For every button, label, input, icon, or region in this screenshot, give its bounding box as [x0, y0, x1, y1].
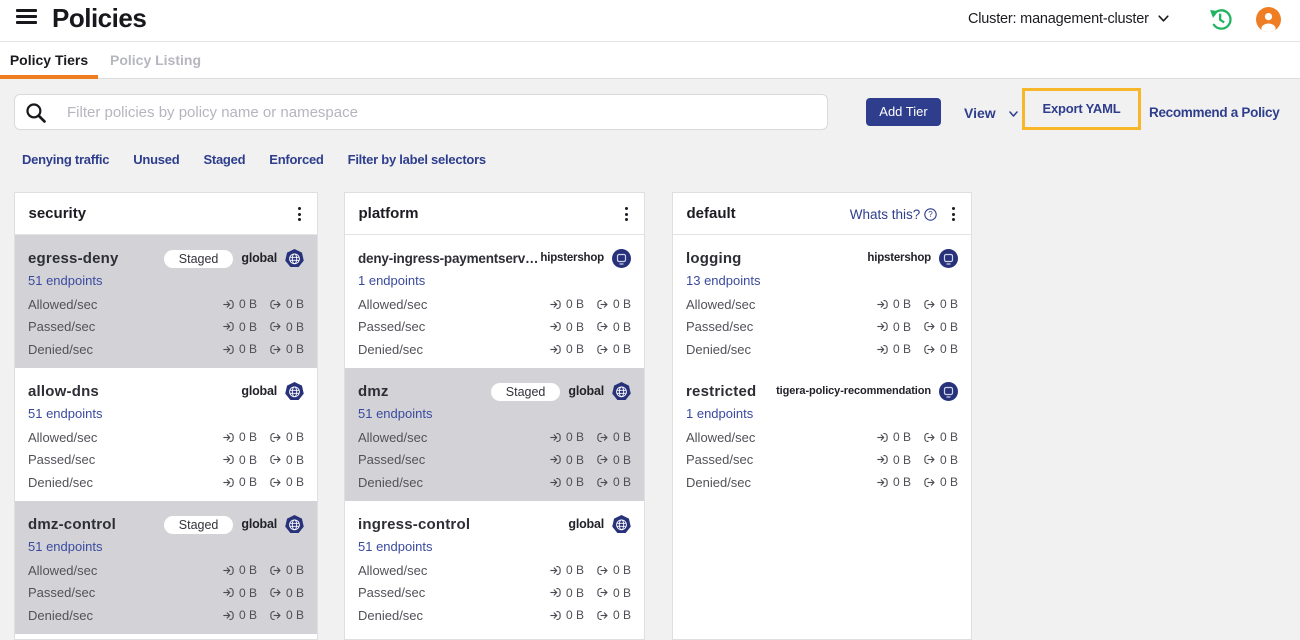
svg-text:?: ?: [928, 210, 933, 219]
